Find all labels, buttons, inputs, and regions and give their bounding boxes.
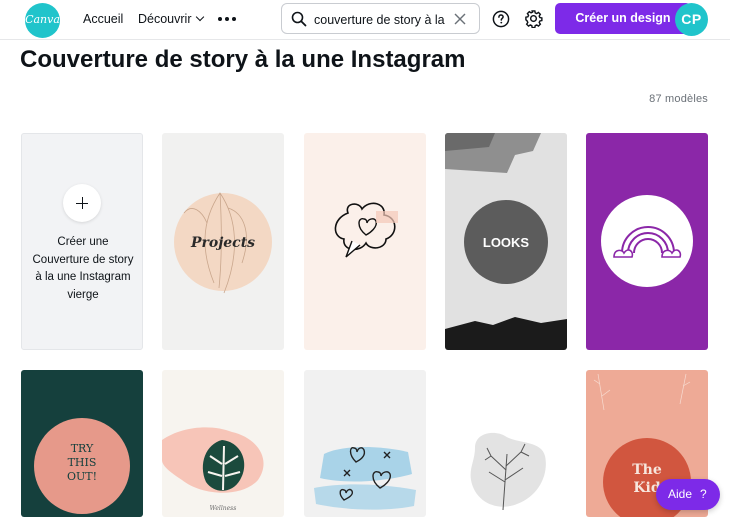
template-thumbnail — [445, 370, 567, 517]
template-card-projects[interactable]: Projects — [162, 133, 284, 350]
template-thumbnail — [304, 133, 426, 350]
blank-template-card[interactable]: Créer une Couverture de story à la une I… — [21, 133, 143, 350]
plus-icon — [63, 184, 101, 222]
template-title-text: LOOKS — [483, 235, 530, 250]
template-card-branch[interactable] — [445, 370, 567, 517]
template-title-text: TRY THIS OUT! — [67, 442, 97, 483]
template-thumbnail: Wellness — [162, 370, 284, 517]
template-thumbnail: TRY THIS OUT! — [21, 370, 143, 517]
more-dots-icon[interactable] — [218, 17, 236, 21]
template-card-try-this-out[interactable]: TRY THIS OUT! — [21, 370, 143, 517]
template-thumbnail: Projects — [162, 133, 284, 350]
template-card-looks[interactable]: LOOKS — [445, 133, 567, 350]
template-card-cloud-heart[interactable] — [304, 133, 426, 350]
search-box[interactable] — [281, 3, 480, 34]
template-count: 87 modèles — [649, 93, 708, 105]
logo-text: Canva — [25, 13, 60, 26]
template-card-rainbow[interactable] — [586, 133, 708, 350]
template-card-hearts[interactable] — [304, 370, 426, 517]
blank-template-label: Créer une Couverture de story à la une I… — [32, 236, 134, 301]
search-input[interactable] — [314, 12, 448, 28]
top-navigation-bar: Canva Accueil Découvrir Créer un design … — [0, 0, 730, 40]
gear-icon[interactable] — [524, 9, 543, 28]
help-label: Aide — [668, 487, 693, 501]
template-title-text: Projects — [190, 235, 255, 251]
nav-discover-menu[interactable]: Découvrir — [138, 12, 204, 26]
question-icon: ? — [700, 487, 707, 501]
create-design-button[interactable]: Créer un design — [555, 3, 691, 34]
nav-discover-label: Découvrir — [138, 12, 192, 26]
canva-logo[interactable]: Canva — [25, 3, 60, 38]
nav-home-link[interactable]: Accueil — [83, 12, 123, 26]
close-icon[interactable] — [454, 13, 466, 25]
help-button[interactable]: Aide ? — [656, 479, 720, 510]
chevron-down-icon — [195, 12, 204, 22]
template-card-monstera[interactable]: Wellness — [162, 370, 284, 517]
page-title: Couverture de story à la une Instagram — [20, 46, 466, 73]
search-icon — [291, 11, 307, 27]
template-thumbnail: LOOKS — [445, 133, 567, 350]
user-avatar[interactable]: CP — [675, 3, 708, 36]
template-title-text: Wellness — [210, 505, 237, 512]
question-icon[interactable] — [492, 10, 510, 28]
template-thumbnail — [304, 370, 426, 517]
template-thumbnail — [586, 133, 708, 350]
